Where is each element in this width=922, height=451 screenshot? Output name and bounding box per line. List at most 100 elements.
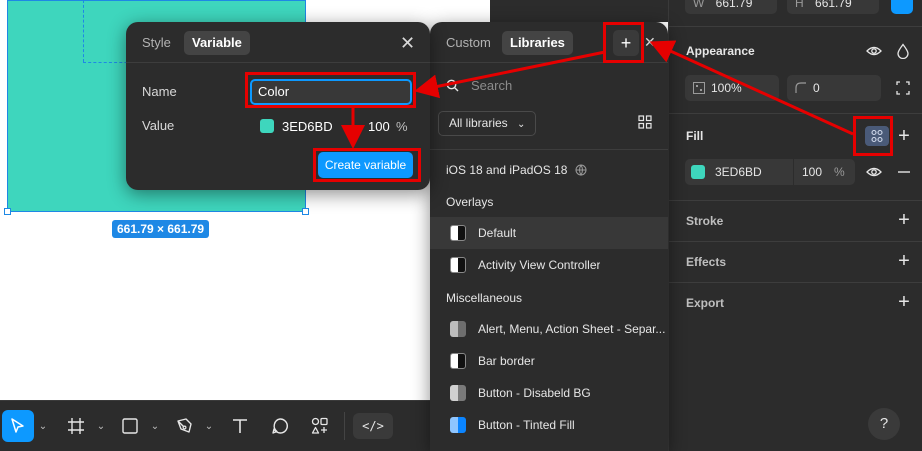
move-tool-button[interactable]	[2, 410, 34, 442]
section-divider	[669, 113, 922, 114]
tab-style[interactable]: Style	[134, 31, 179, 55]
chevron-down-icon: ⌄	[517, 119, 526, 130]
library-item-label: Button - Tinted Fill	[478, 418, 575, 432]
fill-color-field[interactable]: 3ED6BD 100 %	[685, 159, 855, 185]
library-item-label: Activity View Controller	[478, 258, 601, 272]
library-filter-label: All libraries	[449, 116, 508, 130]
section-divider	[669, 282, 922, 283]
constrain-proportions-button[interactable]	[891, 0, 913, 14]
opacity-icon	[693, 82, 705, 94]
variable-value-field[interactable]: 3ED6BD 100 %	[250, 113, 412, 139]
chevron-down-icon[interactable]: ⌄	[146, 410, 164, 442]
section-divider	[669, 241, 922, 242]
annotation-box-variable	[853, 116, 893, 156]
fill-percent-sign: %	[834, 165, 845, 179]
library-filter-dropdown[interactable]: All libraries ⌄	[438, 111, 537, 136]
properties-panel: W 661.79 H 661.79 Appearance 100% 0 Fill…	[668, 0, 922, 451]
height-field[interactable]: H 661.79	[787, 0, 879, 14]
bottom-toolbar: ⌄ ⌄ ⌄ ⌄ </>	[0, 400, 430, 451]
eye-icon[interactable]	[866, 164, 882, 180]
annotation-box-name	[245, 72, 416, 108]
chevron-down-icon[interactable]: ⌄	[34, 410, 52, 442]
style-swatch-icon	[450, 353, 466, 369]
panel-divider	[430, 149, 668, 150]
section-divider	[669, 26, 922, 27]
appearance-heading: Appearance	[686, 44, 755, 58]
actions-tool-button[interactable]	[304, 410, 336, 442]
stroke-heading: Stroke	[686, 214, 724, 228]
effects-heading: Effects	[686, 255, 727, 269]
style-swatch-icon	[450, 417, 466, 433]
corner-radius-field[interactable]: 0	[787, 75, 881, 101]
actions-icon	[311, 417, 328, 434]
add-export-icon[interactable]: +	[896, 291, 912, 313]
group-miscellaneous: Miscellaneous	[446, 291, 523, 305]
toolbar-divider	[344, 412, 345, 440]
library-item-alert-separator[interactable]: Alert, Menu, Action Sheet - Separ...	[430, 313, 668, 345]
pen-tool-button[interactable]	[168, 410, 200, 442]
text-icon	[233, 419, 247, 433]
width-label: W	[693, 0, 705, 10]
expand-corners-icon[interactable]	[895, 80, 911, 96]
width-value: 661.79	[715, 0, 753, 10]
libraries-panel: Custom Libraries + ✕ Search All librarie…	[430, 22, 668, 451]
remove-fill-icon[interactable]	[896, 164, 912, 180]
text-tool-button[interactable]	[224, 410, 256, 442]
library-item-button-disabled-bg[interactable]: Button - Disabeld BG	[430, 377, 668, 409]
tab-custom[interactable]: Custom	[438, 31, 499, 55]
frame-icon	[68, 418, 84, 434]
chevron-down-icon[interactable]: ⌄	[200, 410, 218, 442]
close-icon[interactable]: ✕	[400, 34, 415, 52]
library-item-button-tinted-fill[interactable]: Button - Tinted Fill	[430, 409, 668, 441]
style-swatch-icon	[450, 385, 466, 401]
value-color-swatch[interactable]	[260, 119, 274, 133]
tab-variable[interactable]: Variable	[184, 31, 250, 55]
library-item-default[interactable]: Default	[430, 217, 668, 249]
library-title-text: iOS 18 and iPadOS 18	[446, 163, 568, 177]
opacity-field[interactable]: 100%	[685, 75, 779, 101]
library-item-bar-border[interactable]: Bar border	[430, 345, 668, 377]
annotation-box-create	[313, 148, 421, 182]
library-item-label: Default	[478, 226, 517, 240]
panel-background	[490, 0, 668, 22]
eye-icon[interactable]	[866, 43, 882, 59]
comment-icon	[272, 418, 288, 434]
close-icon[interactable]: ✕	[644, 34, 656, 51]
globe-icon	[575, 164, 587, 176]
tab-libraries[interactable]: Libraries	[502, 31, 573, 55]
resize-handle-bottom-right[interactable]	[302, 208, 309, 215]
comment-tool-button[interactable]	[264, 410, 296, 442]
help-button[interactable]: ?	[868, 408, 900, 440]
resize-handle-bottom-left[interactable]	[4, 208, 11, 215]
width-field[interactable]: W 661.79	[685, 0, 777, 14]
grid-view-icon[interactable]	[638, 115, 652, 129]
cursor-icon	[11, 418, 24, 433]
guide-line-vertical	[83, 0, 84, 62]
group-overlays: Overlays	[446, 195, 494, 209]
height-value: 661.79	[815, 0, 852, 10]
library-item-activity-view[interactable]: Activity View Controller	[430, 249, 668, 281]
field-divider	[793, 159, 794, 185]
corner-radius-icon	[795, 82, 806, 93]
value-label: Value	[142, 118, 175, 133]
add-stroke-icon[interactable]: +	[896, 209, 912, 231]
drop-icon[interactable]	[895, 43, 911, 59]
name-label: Name	[142, 84, 177, 99]
library-item-label: Alert, Menu, Action Sheet - Separ...	[478, 322, 666, 336]
chevron-down-icon[interactable]: ⌄	[92, 410, 110, 442]
rectangle-tool-button[interactable]	[114, 410, 146, 442]
annotation-box-add	[603, 22, 644, 63]
value-hex: 3ED6BD	[282, 118, 333, 134]
library-search[interactable]: Search	[446, 74, 512, 96]
frame-tool-button[interactable]	[60, 410, 92, 442]
style-swatch-icon	[450, 257, 466, 273]
frame-size-label: 661.79 × 661.79	[112, 220, 210, 238]
add-fill-icon[interactable]: +	[896, 125, 912, 147]
code-icon: </>	[362, 419, 384, 433]
opacity-value: 100%	[711, 81, 742, 95]
add-effect-icon[interactable]: +	[896, 250, 912, 272]
pen-icon	[177, 418, 192, 433]
fill-color-swatch[interactable]	[691, 165, 705, 179]
search-icon	[446, 79, 459, 91]
dev-mode-toggle[interactable]: </>	[353, 413, 393, 439]
